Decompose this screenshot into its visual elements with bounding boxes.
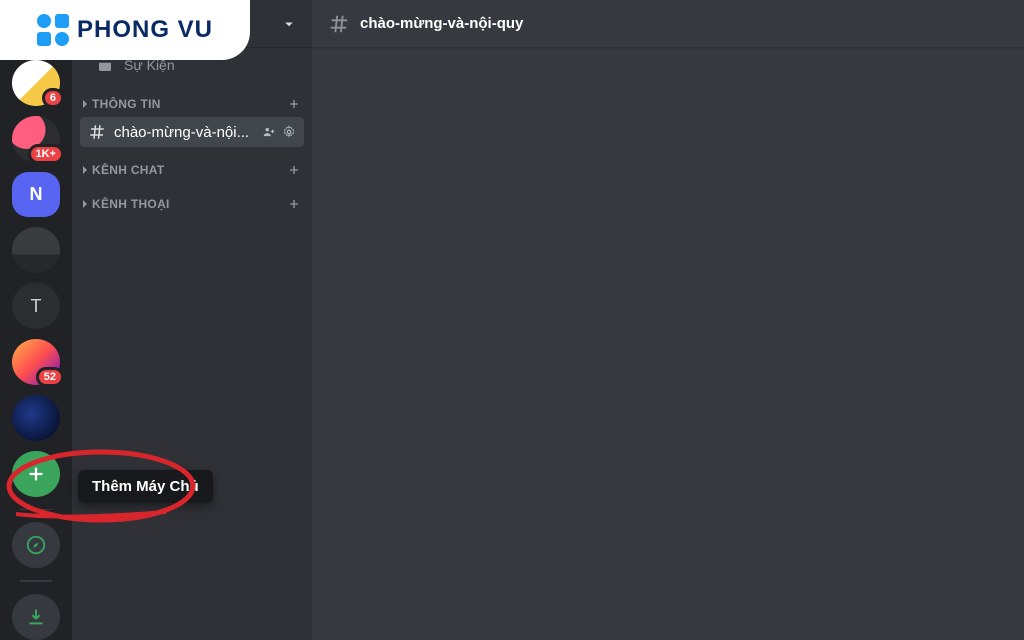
- unread-badge: 52: [36, 367, 64, 387]
- add-server-tooltip: Thêm Máy Chủ: [78, 470, 213, 503]
- server-avatar[interactable]: [12, 227, 60, 273]
- category-header[interactable]: THÔNG TIN: [72, 82, 312, 116]
- category-name: THÔNG TIN: [92, 97, 161, 111]
- add-channel-icon[interactable]: [286, 162, 302, 178]
- channel-title: chào-mừng-và-nội-quy: [360, 15, 523, 32]
- compass-icon: [25, 534, 47, 556]
- add-server-button[interactable]: [12, 451, 60, 497]
- server-avatar[interactable]: [12, 395, 60, 441]
- server-avatar[interactable]: N: [12, 172, 60, 218]
- hash-icon: [88, 123, 106, 141]
- app-root: 6 1K+ N T 52: [0, 0, 1024, 640]
- download-icon: [25, 606, 47, 628]
- chevron-right-icon: [80, 165, 90, 175]
- main-header: chào-mừng-và-nội-quy: [312, 0, 1024, 48]
- unread-badge: 1K+: [28, 144, 65, 164]
- gear-icon[interactable]: [282, 125, 296, 139]
- add-channel-icon[interactable]: [286, 196, 302, 212]
- server-avatar[interactable]: 52: [12, 339, 60, 385]
- add-channel-icon[interactable]: [286, 96, 302, 112]
- message-area[interactable]: [312, 48, 1024, 640]
- plus-icon: [25, 463, 47, 485]
- brand-logo-icon: [37, 14, 69, 46]
- category-name: KÊNH THOẠI: [92, 197, 170, 211]
- channel-name: chào-mừng-và-nội...: [114, 124, 254, 141]
- hash-icon: [328, 13, 350, 35]
- brand-logo-text: PHONG VU: [77, 16, 213, 44]
- server-avatar[interactable]: 6: [12, 60, 60, 106]
- channel-sidebar: Sự Kiện THÔNG TIN chào-mừng-và-nội... KÊ…: [72, 0, 312, 640]
- rail-separator: [20, 580, 52, 582]
- chevron-right-icon: [80, 199, 90, 209]
- unread-badge: 6: [42, 88, 64, 108]
- category-name: KÊNH CHAT: [92, 163, 164, 177]
- download-apps-button[interactable]: [12, 594, 60, 640]
- explore-servers-button[interactable]: [12, 522, 60, 568]
- chevron-right-icon: [80, 99, 90, 109]
- chevron-down-icon: [280, 15, 298, 33]
- server-initial: T: [31, 296, 42, 317]
- server-initial: N: [30, 184, 43, 205]
- invite-people-icon[interactable]: [262, 125, 276, 139]
- channel-item[interactable]: chào-mừng-và-nội...: [80, 117, 304, 147]
- main-area: chào-mừng-và-nội-quy: [312, 0, 1024, 640]
- server-avatar[interactable]: T: [12, 283, 60, 329]
- brand-logo-overlay: PHONG VU: [0, 0, 250, 60]
- category-header[interactable]: KÊNH CHAT: [72, 148, 312, 182]
- rail-separator: [20, 509, 52, 511]
- server-rail: 6 1K+ N T 52: [0, 0, 72, 640]
- category-header[interactable]: KÊNH THOẠI: [72, 182, 312, 216]
- server-avatar[interactable]: 1K+: [12, 116, 60, 162]
